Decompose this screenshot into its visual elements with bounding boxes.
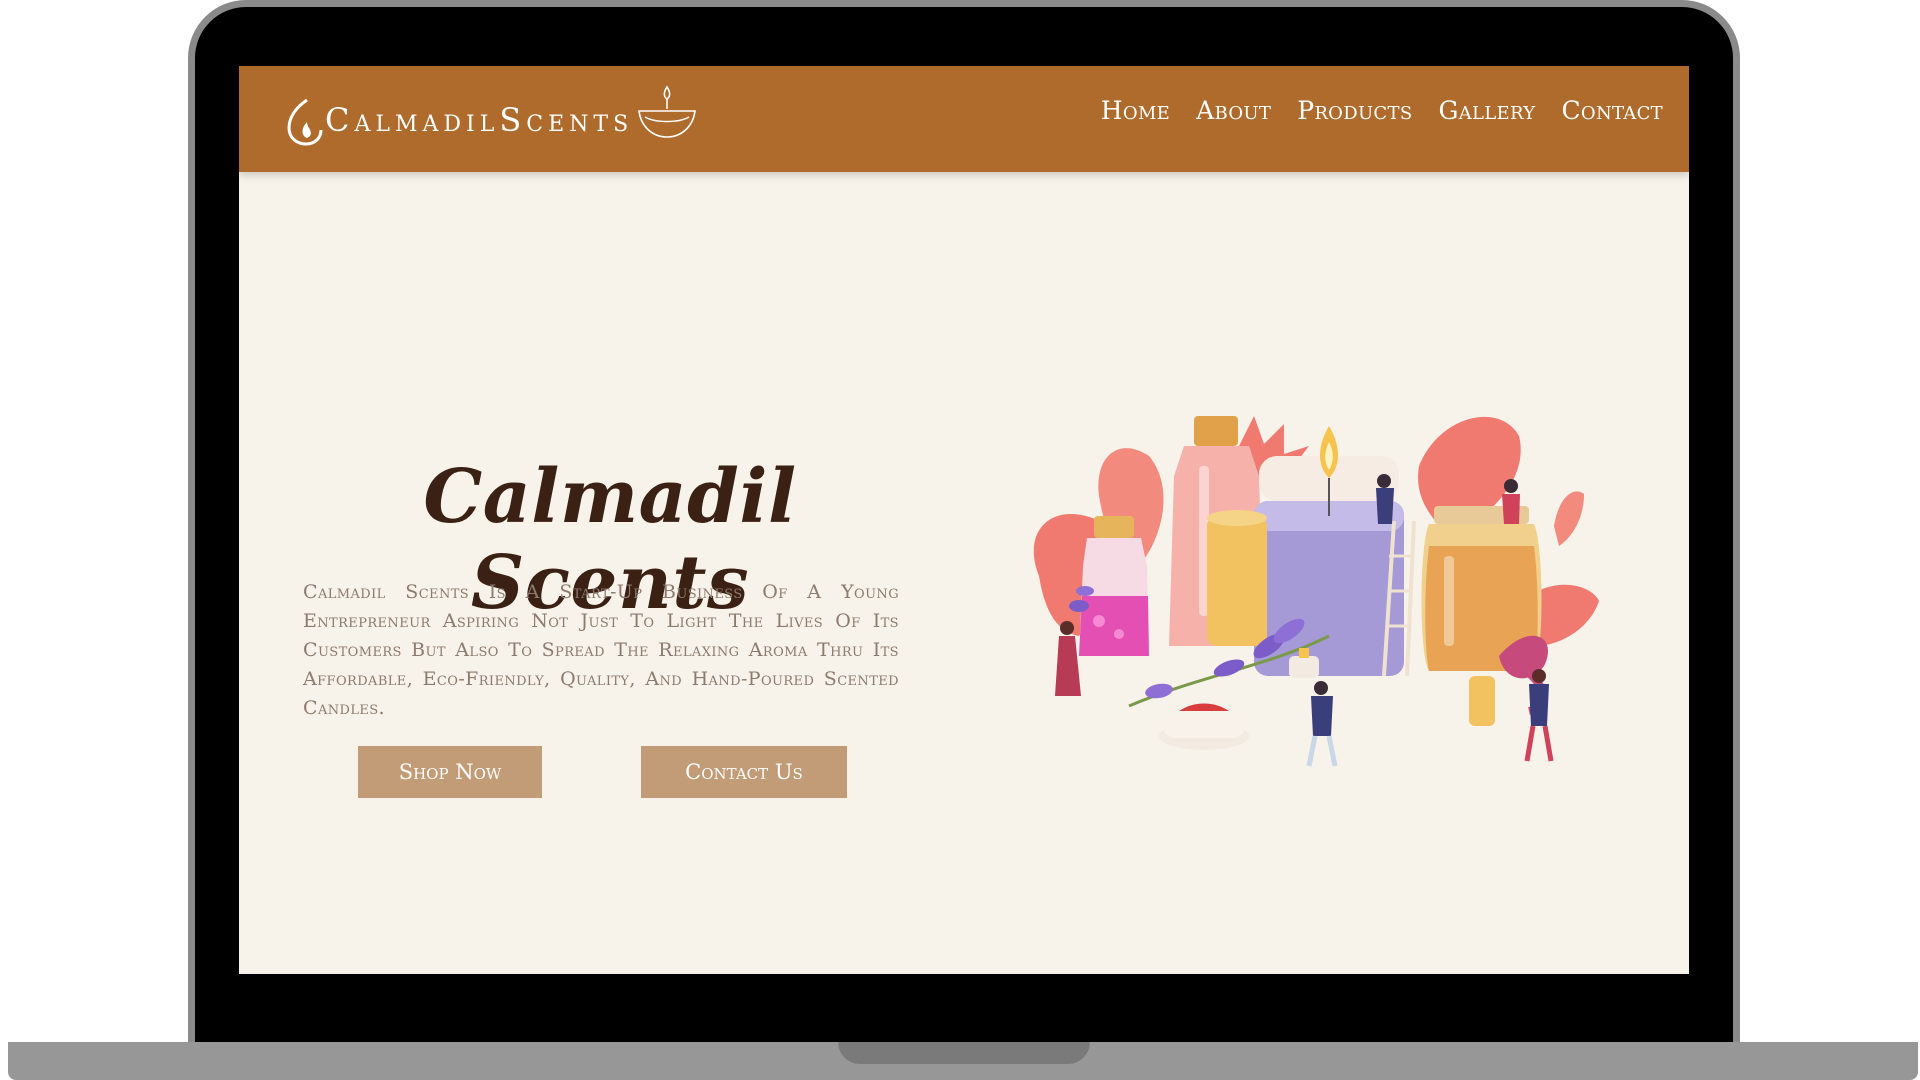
- nav-link-contact[interactable]: Contact: [1561, 96, 1663, 125]
- site-header: CalmadilScents Home About Products Galle…: [239, 66, 1689, 172]
- person-top-right: [1502, 479, 1520, 524]
- nav-link-about[interactable]: About: [1196, 96, 1271, 125]
- hero-description: Calmadil Scents Is A Start-Up Business O…: [303, 581, 899, 719]
- nav-link-products[interactable]: Products: [1297, 96, 1412, 125]
- candle-making-illustration: [1033, 416, 1599, 767]
- website-screen: CalmadilScents Home About Products Galle…: [239, 66, 1689, 974]
- person-right: [1524, 669, 1554, 762]
- flame-icon: [287, 98, 323, 146]
- logo-text: CalmadilScents: [325, 101, 634, 139]
- contact-us-button[interactable]: Contact Us: [641, 746, 847, 798]
- shop-now-button[interactable]: Shop Now: [358, 746, 542, 798]
- main-nav: Home About Products Gallery Contact: [1101, 96, 1663, 125]
- nav-link-gallery[interactable]: Gallery: [1438, 96, 1535, 125]
- person-center: [1306, 681, 1338, 767]
- laptop-notch: [838, 1042, 1090, 1064]
- laptop-mockup: CalmadilScents Home About Products Galle…: [0, 0, 1920, 1080]
- nav-link-home[interactable]: Home: [1101, 96, 1170, 125]
- site-logo[interactable]: CalmadilScents: [285, 80, 699, 160]
- candle-bowl-icon: [638, 85, 697, 138]
